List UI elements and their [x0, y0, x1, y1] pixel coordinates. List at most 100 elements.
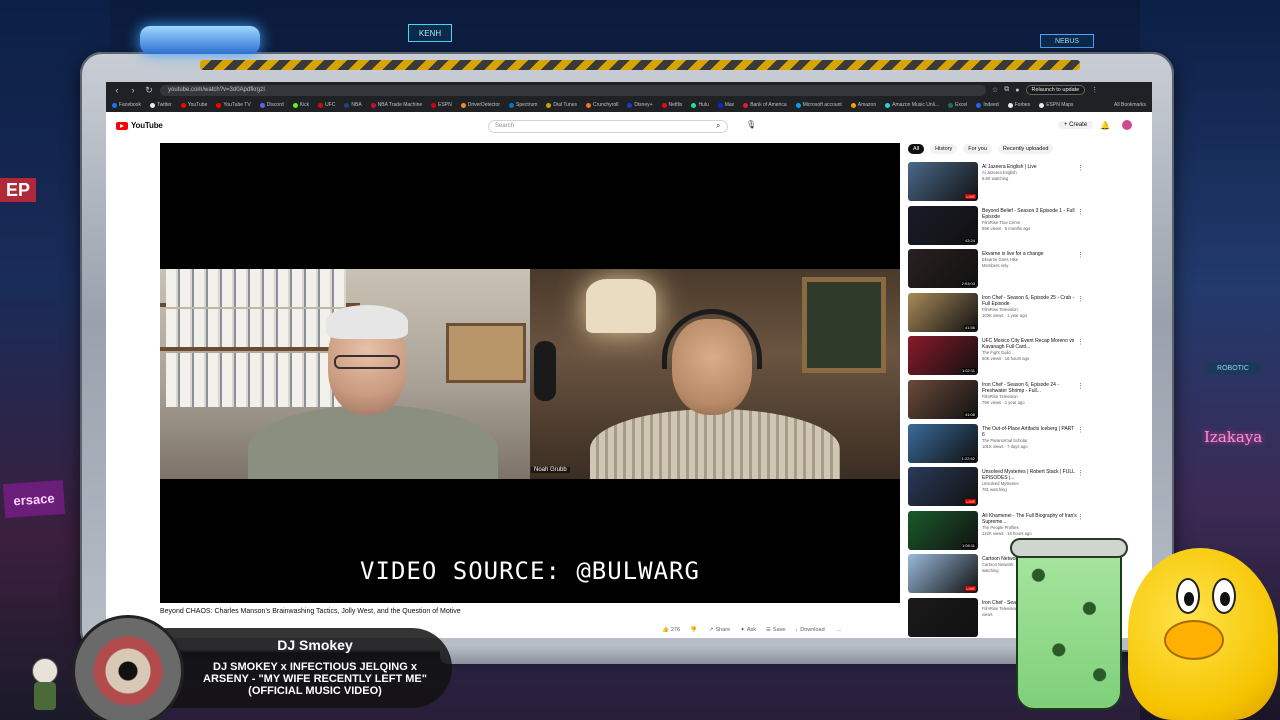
bookmark-item[interactable]: YouTube — [180, 102, 207, 108]
recommendation-thumbnail[interactable]: 41:56 — [908, 292, 978, 332]
bookmark-favicon-icon — [691, 102, 697, 108]
speaker-right-headphones — [662, 309, 762, 369]
thumbs-up-icon: 👍 — [662, 627, 669, 633]
recommendation-thumbnail[interactable]: 41:08 — [908, 379, 978, 419]
bookmark-item[interactable]: Disney+ — [627, 102, 653, 108]
action-button[interactable]: ↗ Share — [709, 627, 730, 633]
bookmark-item[interactable]: Kick — [292, 102, 309, 108]
bell-icon[interactable]: 🔔 — [1100, 121, 1110, 130]
bookmark-item[interactable]: DriverDetector — [460, 102, 500, 108]
bookmark-item[interactable]: Twitter — [149, 102, 172, 108]
address-bar[interactable]: youtube.com/watch?v=3d0ApdfkrgzI — [160, 84, 986, 96]
bookmark-item[interactable]: YouTube TV — [216, 102, 251, 108]
recommendation-meta: UFC Mexico City Event Recap Moreno vs Ka… — [982, 336, 1078, 380]
recommendation-item[interactable]: 1:02:11 UFC Mexico City Event Recap Moren… — [908, 336, 1084, 380]
more-options-icon[interactable]: ⋮ — [1077, 295, 1084, 303]
video-feed-right — [530, 269, 900, 479]
binders-row — [166, 353, 346, 407]
recommendation-item[interactable]: 1:22:52 The Out-of-Place Artifacts Iceber… — [908, 423, 1084, 468]
relaunch-button[interactable]: Relaunch to update — [1025, 85, 1086, 95]
bookmark-item[interactable]: Microsoft account — [795, 102, 842, 108]
extensions-icon[interactable]: ⧉ — [1004, 86, 1009, 94]
bookmark-label: Amazon — [857, 102, 877, 108]
bookmark-item[interactable]: Spectrum — [509, 102, 537, 108]
avatar[interactable] — [1122, 120, 1132, 130]
recommendation-thumbnail[interactable]: 1:08:11 — [908, 510, 978, 550]
filter-chip[interactable]: All — [908, 144, 925, 154]
bookmark-item[interactable]: Excel — [948, 102, 967, 108]
profile-icon[interactable]: ● — [1015, 87, 1019, 94]
bookmark-item[interactable]: NBA — [344, 102, 362, 108]
recommendation-thumbnail[interactable] — [908, 597, 978, 637]
action-button[interactable]: 👎 — [690, 627, 699, 633]
recommendation-item[interactable]: 41:56 Iron Chef - Season 6, Episode 25 - … — [908, 292, 1084, 337]
filter-chip[interactable]: History — [930, 144, 958, 154]
action-button[interactable]: 👍 276 — [662, 627, 680, 633]
wall-art — [802, 277, 886, 373]
recommendation-thumbnail[interactable]: LIVE — [908, 554, 978, 594]
filter-chip[interactable]: Recently uploaded — [997, 144, 1054, 154]
more-options-icon[interactable]: ⋮ — [1077, 469, 1084, 477]
reload-icon[interactable]: ↻ — [144, 85, 154, 96]
more-options-icon[interactable]: ⋮ — [1077, 164, 1084, 172]
bookmark-label: Microsoft account — [802, 102, 842, 108]
recommendation-thumbnail[interactable]: 1:02:11 — [908, 336, 978, 376]
more-options-icon[interactable]: ⋮ — [1077, 513, 1084, 521]
recommendation-thumbnail[interactable]: 1:22:52 — [908, 423, 978, 463]
recommendation-item[interactable]: LIVE Al Jazeera English | Live Al Jazeera … — [908, 162, 1084, 206]
bookmark-label: Indeed — [983, 102, 999, 108]
video-title: Beyond CHAOS: Charles Manson's Brainwash… — [160, 608, 461, 615]
recommendation-title: UFC Mexico City Event Recap Moreno vs Ka… — [982, 338, 1075, 351]
recommendation-thumbnail[interactable]: 43:24 — [908, 205, 978, 245]
filter-chip[interactable]: For you — [963, 144, 992, 154]
more-options-icon[interactable]: ⋮ — [1077, 251, 1084, 259]
menu-dots-icon[interactable]: ⋮ — [1091, 86, 1098, 94]
bookmark-item[interactable]: Netflix — [661, 102, 682, 108]
bookmark-favicon-icon — [717, 102, 723, 108]
recommendation-thumbnail[interactable]: LIVE — [908, 467, 978, 507]
more-options-icon[interactable]: ⋮ — [1077, 338, 1084, 346]
bookmark-item[interactable]: ESPN Maps — [1039, 102, 1073, 108]
more-options-icon[interactable]: ⋮ — [1077, 426, 1084, 434]
bookmark-item[interactable]: NBA Trade Machine — [370, 102, 423, 108]
recommendation-item[interactable]: 41:08 Iron Chef - Season 6, Episode 24 - … — [908, 379, 1084, 424]
recommendation-thumbnail[interactable]: LIVE — [908, 162, 978, 201]
forward-icon[interactable]: › — [128, 85, 138, 95]
action-button[interactable]: ... — [835, 627, 842, 633]
search-icon[interactable]: ⌕ — [716, 121, 720, 131]
more-options-icon[interactable]: ⋮ — [1077, 382, 1084, 390]
bookmark-item[interactable]: Amazon Music Unli... — [885, 102, 939, 108]
more-options-icon[interactable]: ⋮ — [1077, 208, 1084, 216]
duration-badge: 1:02:11 — [960, 368, 976, 374]
bookmark-item[interactable]: Amazon — [850, 102, 877, 108]
recommendation-item[interactable]: 43:24 Beyond Belief - Season 3 Episode 1 … — [908, 205, 1084, 250]
bookmark-item[interactable]: Bank of America — [743, 102, 787, 108]
sparkle-icon: ✦ — [740, 627, 745, 633]
bookmark-item[interactable]: UFC — [318, 102, 335, 108]
youtube-logo[interactable]: YouTube — [116, 121, 163, 130]
all-bookmarks[interactable]: All Bookmarks — [1114, 102, 1146, 108]
action-button[interactable]: ✦ Ask — [740, 627, 756, 633]
bookmark-item[interactable]: Discord — [259, 102, 284, 108]
bookmark-item[interactable]: ESPN — [431, 102, 452, 108]
bookmark-item[interactable]: Dial Tunes — [546, 102, 577, 108]
bookmark-item[interactable]: Max — [717, 102, 734, 108]
microphone-icon[interactable]: 🎙 — [746, 120, 756, 129]
recommendation-item[interactable]: 2:53:03 Ekvarne is live for a change Ekvar… — [908, 249, 1084, 293]
action-button[interactable]: ☰ Save — [766, 627, 785, 633]
bookmark-item[interactable]: Facebook — [112, 102, 141, 108]
frame-bottom-bar — [440, 646, 1040, 664]
back-icon[interactable]: ‹ — [112, 85, 122, 95]
video-player[interactable]: Noah Grubb VIDEO SOURCE: @BULWARG — [160, 143, 900, 603]
bookmark-item[interactable]: Forbes — [1007, 102, 1030, 108]
bookmark-item[interactable]: Indeed — [976, 102, 999, 108]
search-input[interactable]: Search — [488, 120, 728, 133]
create-button[interactable]: + Create — [1058, 121, 1094, 129]
bookmark-item[interactable]: Hulu — [691, 102, 709, 108]
action-button[interactable]: ↓ Download — [795, 627, 824, 633]
recommendation-item[interactable]: LIVE Unsolved Mysteries | Robert Stack | … — [908, 467, 1084, 511]
star-icon[interactable]: ☆ — [992, 86, 998, 94]
recommendation-thumbnail[interactable]: 2:53:03 — [908, 249, 978, 289]
bookmark-item[interactable]: Crunchyroll — [586, 102, 618, 108]
bookmark-label: NBA Trade Machine — [377, 102, 423, 108]
